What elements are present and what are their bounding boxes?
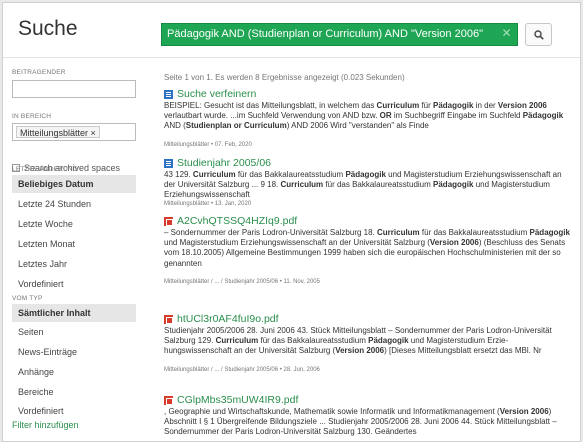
search-page: Suche Pädagogik AND (Studienplan or Curr… xyxy=(2,2,581,442)
search-button[interactable] xyxy=(525,23,552,46)
page-icon xyxy=(164,159,173,168)
space-label: IN BEREICH xyxy=(12,113,52,120)
date-filter-24h[interactable]: Letzte 24 Stunden xyxy=(12,195,136,213)
type-filter-news[interactable]: News-Einträge xyxy=(12,343,136,361)
result-meta: Mitteilungsblätter • 07. Feb, 2020 xyxy=(164,142,252,148)
contributor-label: BEITRAGENDER xyxy=(12,69,66,76)
result-meta: Mitteilungsblätter / ... / Studienjahr 2… xyxy=(164,279,320,285)
type-label: VOM TYP xyxy=(12,295,43,302)
result-title[interactable]: htUCl3r0AF4fuI9o.pdf xyxy=(177,313,279,325)
contributor-field[interactable] xyxy=(12,80,136,98)
page-icon xyxy=(164,90,173,99)
add-filter-link[interactable]: Filter hinzufügen xyxy=(12,420,79,430)
last-change-label: LETZTE ÄNDERUNG xyxy=(12,166,79,173)
filter-sidebar: BEITRAGENDER IN BEREICH Mitteilungsblätt… xyxy=(3,59,153,441)
result-title[interactable]: Studienjahr 2005/06 xyxy=(177,157,271,169)
result-meta: Mitteilungsblätter • 13. Jan, 2020 xyxy=(164,201,252,207)
clear-icon[interactable]: ✕ xyxy=(500,27,513,40)
header: Suche Pädagogik AND (Studienplan or Curr… xyxy=(3,3,580,58)
result-snippet: – Sondernummer der Paris Lodron-Universi… xyxy=(164,228,570,268)
type-filter-attachments[interactable]: Anhänge xyxy=(12,363,136,381)
search-input[interactable]: Pädagogik AND (Studienplan or Curriculum… xyxy=(161,23,518,46)
search-icon xyxy=(534,30,544,40)
result-title[interactable]: Suche verfeinern xyxy=(177,88,256,100)
result-snippet: Studienjahr 2005/2006 28. Juni 2006 43. … xyxy=(164,326,552,356)
type-filter-custom[interactable]: Vordefiniert xyxy=(12,402,136,420)
date-filter-month[interactable]: Letzten Monat xyxy=(12,235,136,253)
pdf-icon xyxy=(164,315,173,324)
result-snippet: , Geographie und Wirtschaftskunde, Mathe… xyxy=(164,407,557,437)
type-filter-all[interactable]: Sämtlicher Inhalt xyxy=(12,304,136,322)
type-filter-pages[interactable]: Seiten xyxy=(12,323,136,341)
results-panel: Seite 1 von 1. Es werden 8 Ergebnisse an… xyxy=(164,59,574,441)
result-snippet: BEISPIEL: Gesucht ist das Mitteilungsbla… xyxy=(164,101,564,131)
page-title: Suche xyxy=(18,17,78,40)
result-snippet: 43 129. Curriculum für das Bakkalaureats… xyxy=(164,170,562,200)
space-tag[interactable]: Mitteilungsblätter × xyxy=(16,126,100,138)
date-filter-week[interactable]: Letzte Woche xyxy=(12,215,136,233)
result-title[interactable]: A2CvhQTSSQ4HZIq9.pdf xyxy=(177,215,297,227)
space-field[interactable]: Mitteilungsblätter × xyxy=(12,123,136,141)
search-query[interactable]: Pädagogik AND (Studienplan or Curriculum… xyxy=(167,28,483,40)
date-filter-year[interactable]: Letztes Jahr xyxy=(12,255,136,273)
results-summary: Seite 1 von 1. Es werden 8 Ergebnisse an… xyxy=(164,73,405,82)
type-filter-spaces[interactable]: Bereiche xyxy=(12,383,136,401)
pdf-icon xyxy=(164,396,173,405)
result-title[interactable]: CGlpMbs35mUW4IR9.pdf xyxy=(177,394,298,406)
date-filter-custom[interactable]: Vordefiniert xyxy=(12,275,136,293)
result-meta: Mitteilungsblätter / ... / Studienjahr 2… xyxy=(164,367,320,373)
pdf-icon xyxy=(164,217,173,226)
date-filter-any[interactable]: Beliebiges Datum xyxy=(12,175,136,193)
